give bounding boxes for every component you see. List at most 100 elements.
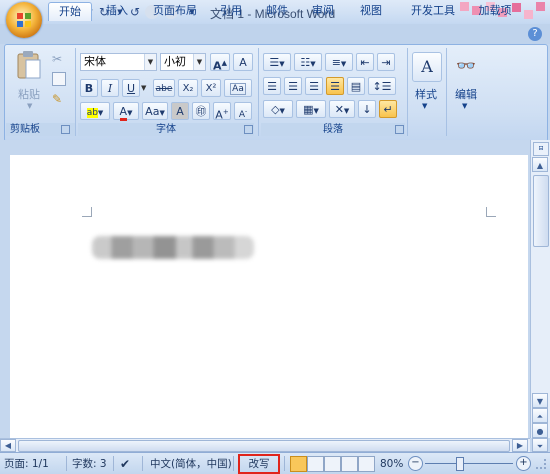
styles-dropdown-icon[interactable]: ▼ — [422, 102, 427, 110]
paste-label[interactable]: 粘贴 — [12, 86, 46, 102]
borders-button[interactable]: ▦▼ — [296, 100, 326, 118]
divider — [258, 48, 259, 136]
tab-developer[interactable]: 开发工具 — [404, 2, 462, 20]
paragraph-group-label: 段落 — [261, 123, 405, 136]
tab-page-layout[interactable]: 页面布局 — [146, 2, 204, 20]
chevron-down-icon[interactable]: ▼ — [144, 54, 156, 70]
justify-button[interactable]: ☰ — [326, 77, 344, 95]
multilevel-list-button[interactable]: ≡▼ — [325, 53, 353, 71]
change-case-button[interactable]: Aa — [224, 79, 252, 97]
full-screen-reading-icon[interactable] — [307, 456, 324, 472]
tab-mailings[interactable]: 邮件 — [260, 2, 294, 20]
resize-grip-icon[interactable] — [536, 459, 546, 469]
ruler-toggle-icon[interactable]: ⊟ — [533, 142, 549, 156]
strikethrough-button[interactable]: abe — [153, 79, 175, 97]
ribbon-tab-bar — [0, 24, 550, 44]
copy-icon[interactable] — [52, 72, 66, 86]
format-painter-icon[interactable]: ✎ — [52, 92, 62, 106]
paste-button[interactable] — [14, 50, 44, 82]
align-left-button[interactable]: ☰ — [263, 77, 281, 95]
select-browse-object-icon[interactable]: ● — [532, 423, 548, 438]
language-status[interactable]: 中文(简体，中国) — [150, 457, 232, 471]
styles-icon[interactable]: A — [412, 52, 442, 82]
distributed-button[interactable]: ▤ — [347, 77, 365, 95]
increase-indent-button[interactable]: ⇥ — [377, 53, 395, 71]
page-count[interactable]: 页面: 1/1 — [4, 457, 49, 471]
editing-button[interactable]: 编辑 — [450, 86, 482, 102]
show-marks-button[interactable]: ↵ — [379, 100, 397, 118]
document-page[interactable] — [10, 155, 528, 438]
clipboard-dialog-launcher-icon[interactable] — [61, 125, 70, 134]
paste-dropdown-icon[interactable]: ▼ — [27, 102, 32, 110]
scroll-thumb[interactable] — [533, 175, 549, 247]
draft-view-icon[interactable] — [358, 456, 375, 472]
enclose-characters-icon[interactable]: ㊞ — [192, 102, 210, 120]
divider — [407, 48, 408, 136]
sort-button[interactable]: ↓ — [358, 100, 376, 118]
grow-font-button[interactable]: A▲ — [210, 53, 230, 73]
font-dialog-launcher-icon[interactable] — [244, 125, 253, 134]
font-group-label: 字体 — [78, 123, 254, 136]
character-shading-button[interactable]: A — [171, 102, 189, 120]
font-name-combo[interactable]: 宋体 ▼ — [80, 53, 157, 71]
office-button[interactable] — [6, 2, 42, 38]
shrink-font-icon[interactable]: A- — [234, 102, 252, 120]
print-layout-view-icon[interactable] — [290, 456, 307, 472]
previous-page-icon[interactable]: ⏶ — [532, 408, 548, 423]
zoom-slider-thumb[interactable] — [456, 457, 464, 471]
font-color-button[interactable]: A▼ — [113, 102, 139, 121]
zoom-out-icon[interactable]: − — [408, 456, 423, 471]
next-page-icon[interactable]: ⏷ — [532, 438, 548, 452]
zoom-in-icon[interactable]: + — [516, 456, 531, 471]
web-layout-icon[interactable] — [324, 456, 341, 472]
zoom-level[interactable]: 80% — [380, 457, 403, 471]
cut-icon[interactable]: ✂ — [52, 52, 62, 66]
clear-format-icon[interactable]: A — [233, 53, 253, 71]
zoom-slider[interactable] — [425, 463, 513, 464]
scroll-down-icon[interactable]: ▼ — [532, 393, 548, 408]
paragraph-dialog-launcher-icon[interactable] — [395, 125, 404, 134]
underline-button[interactable]: U — [122, 79, 140, 97]
scroll-right-icon[interactable]: ▶ — [512, 439, 528, 452]
shading-button[interactable]: ◇▼ — [263, 100, 293, 118]
italic-button[interactable]: I — [101, 79, 119, 97]
tab-review[interactable]: 审阅 — [306, 2, 340, 20]
tab-add-ins[interactable]: 加载项 — [472, 2, 518, 20]
divider — [233, 456, 234, 471]
office-logo-icon — [17, 13, 31, 27]
tab-home[interactable]: 开始 — [48, 2, 92, 21]
styles-button[interactable]: 样式 — [410, 86, 442, 102]
outline-view-icon[interactable] — [341, 456, 358, 472]
font-size-combo[interactable]: 小初 ▼ — [160, 53, 206, 71]
chevron-down-icon[interactable]: ▼ — [193, 54, 205, 70]
align-right-button[interactable]: ☰ — [305, 77, 323, 95]
horizontal-scroll-thumb[interactable] — [18, 440, 510, 452]
decrease-indent-button[interactable]: ⇤ — [356, 53, 374, 71]
tab-references[interactable]: 引用 — [214, 2, 248, 20]
text-highlight-button[interactable]: ab▼ — [80, 102, 110, 120]
paste-icon — [17, 51, 41, 79]
change-case-dropdown[interactable]: Aa▼ — [142, 102, 168, 120]
line-spacing-button[interactable]: ↕☰ — [368, 77, 396, 95]
help-icon[interactable]: ? — [528, 27, 542, 41]
numbering-button[interactable]: ☷▼ — [294, 53, 322, 71]
tab-insert[interactable]: 插入 — [100, 2, 134, 20]
scroll-up-icon[interactable]: ▲ — [532, 157, 548, 172]
margin-corner-mark — [82, 207, 92, 217]
proofing-icon[interactable]: ✔ — [120, 457, 130, 471]
divider — [66, 456, 67, 471]
bullets-button[interactable]: ☰▼ — [263, 53, 291, 71]
find-icon[interactable]: 👓 — [452, 52, 480, 80]
superscript-button[interactable]: X² — [201, 79, 221, 97]
grow-font-icon[interactable]: A+ — [213, 102, 231, 122]
overtype-mode-indicator[interactable]: 改写 — [238, 454, 280, 474]
subscript-button[interactable]: X₂ — [178, 79, 198, 97]
editing-dropdown-icon[interactable]: ▼ — [462, 102, 467, 110]
word-count[interactable]: 字数: 3 — [72, 457, 107, 471]
tab-view[interactable]: 视图 — [354, 2, 388, 20]
bold-button[interactable]: B — [80, 79, 98, 97]
align-center-button[interactable]: ☰ — [284, 77, 302, 95]
scroll-left-icon[interactable]: ◀ — [0, 439, 16, 452]
underline-dropdown-icon[interactable]: ▼ — [141, 84, 146, 92]
chinese-layout-button[interactable]: ✕▼ — [329, 100, 355, 118]
